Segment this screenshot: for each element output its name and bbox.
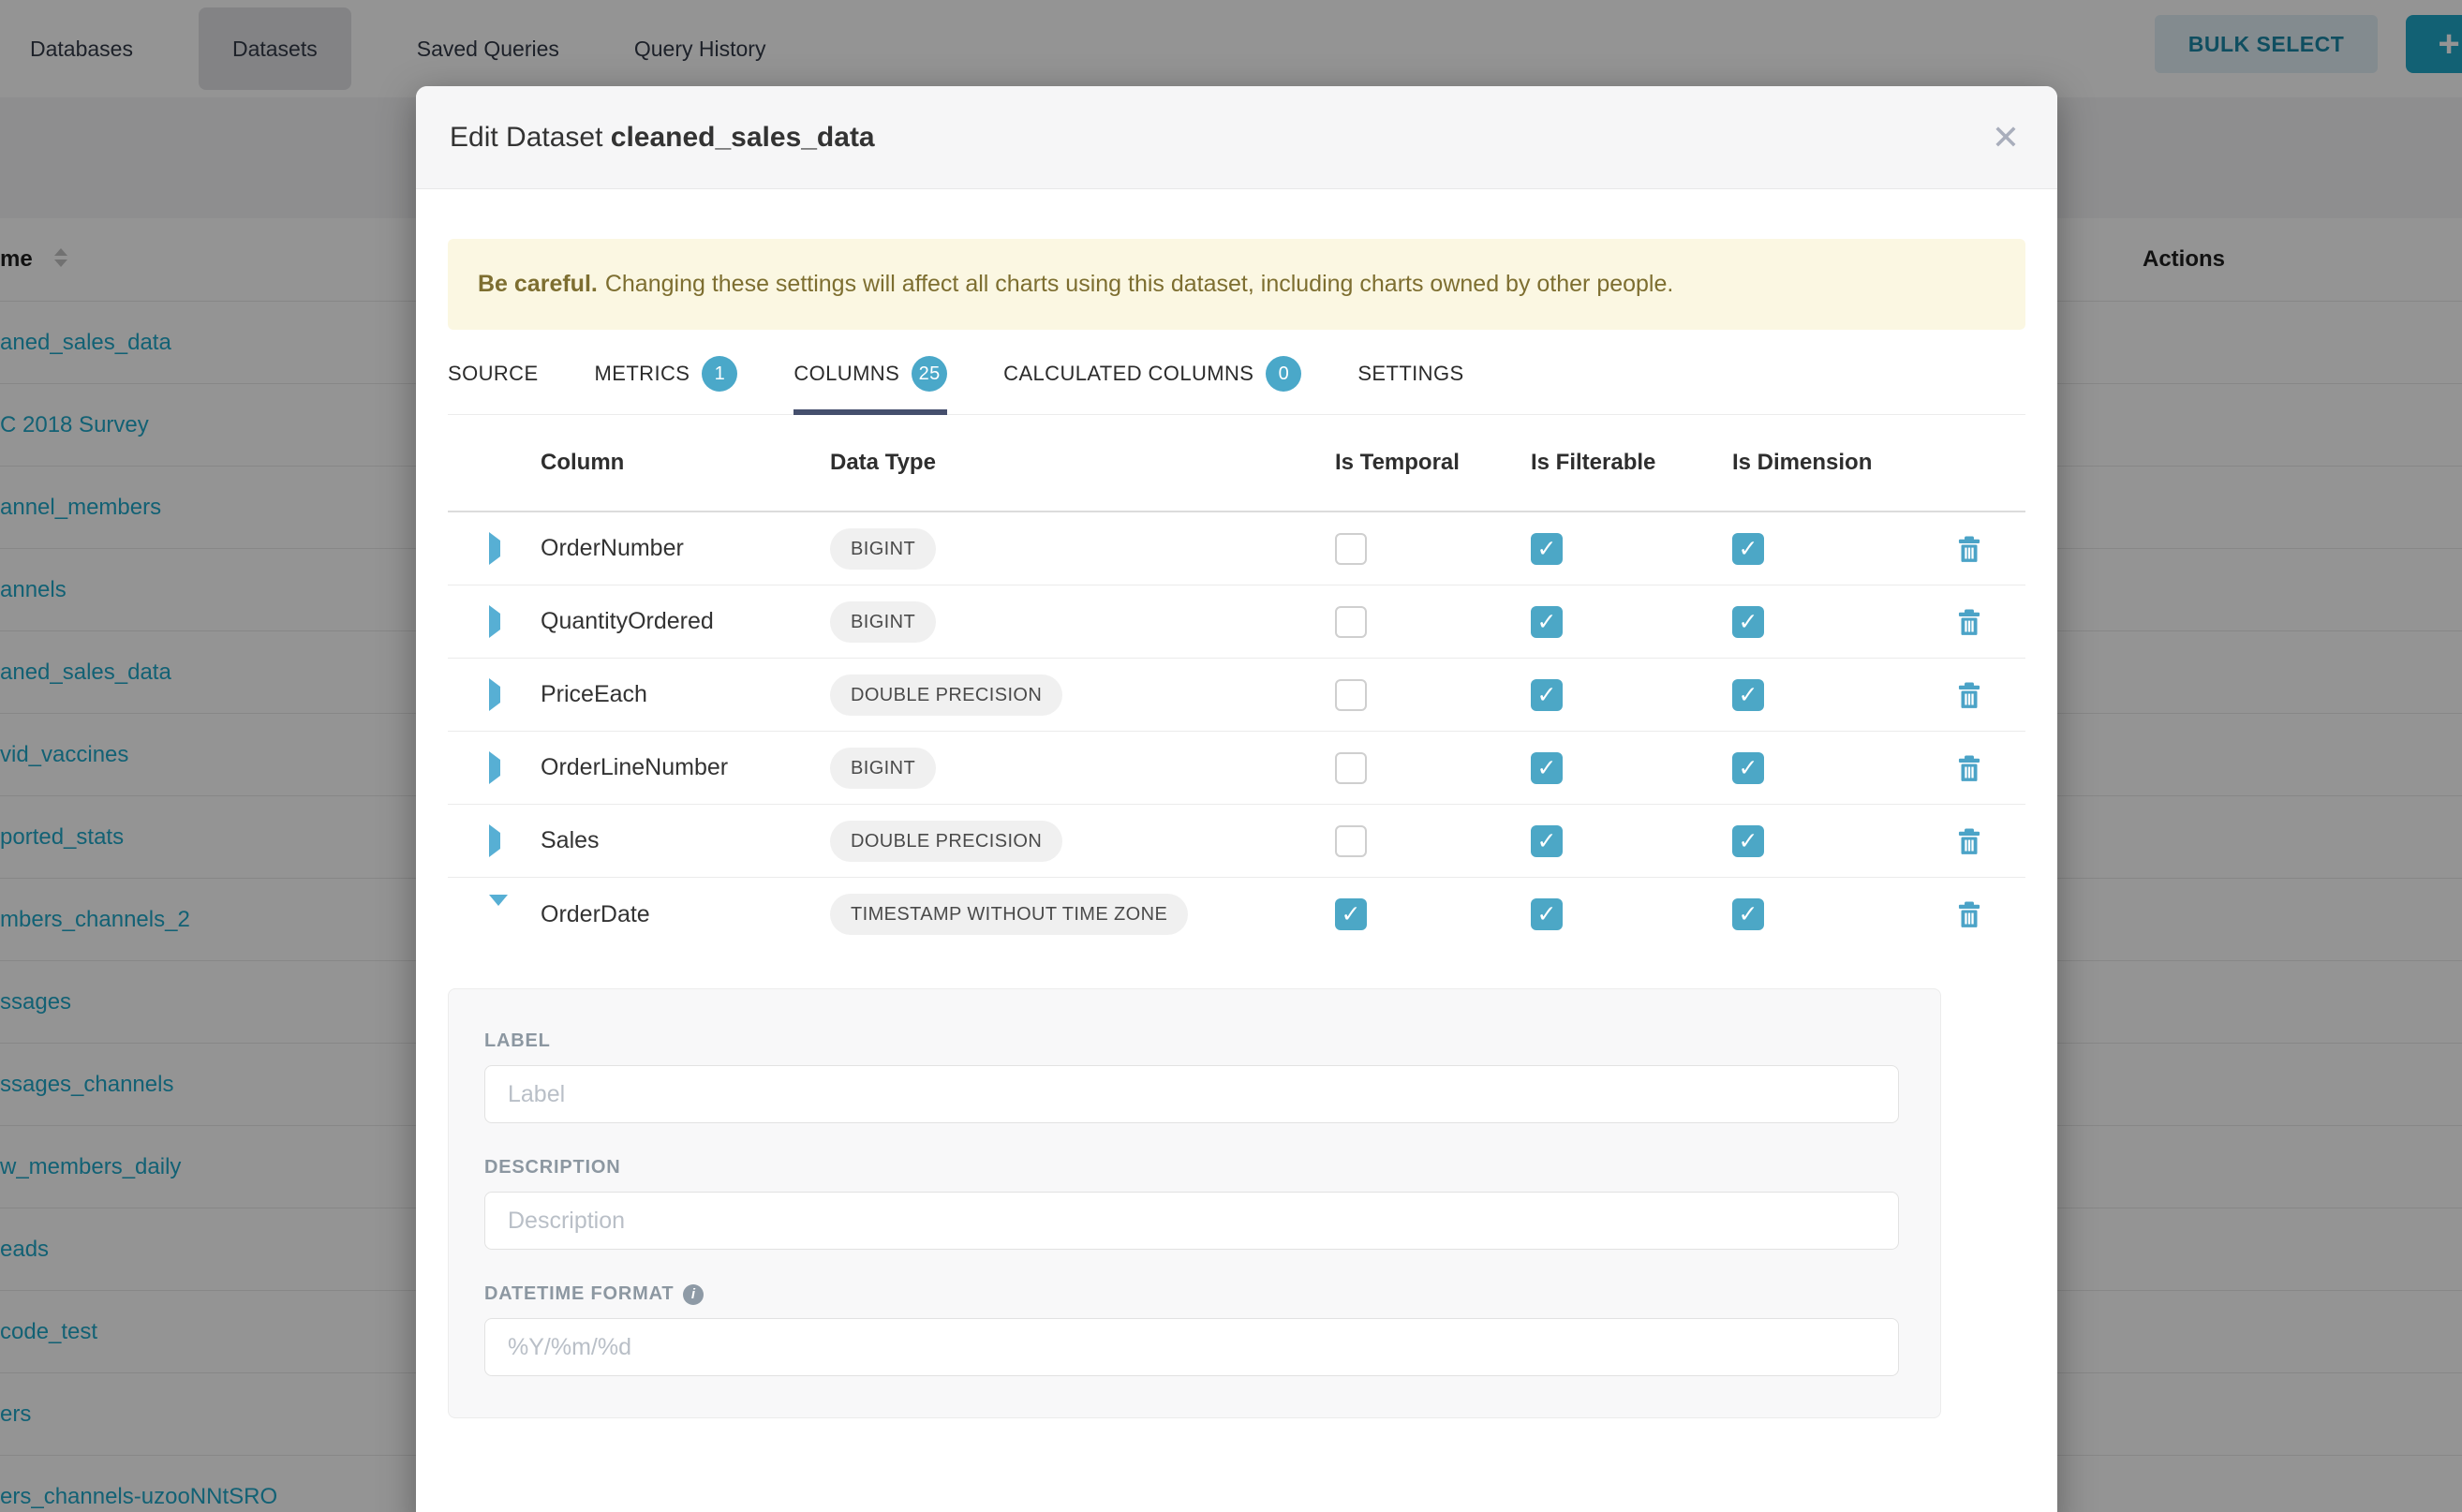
tab-label: CALCULATED COLUMNS [1003, 362, 1253, 386]
tab-count-badge: 0 [1266, 356, 1301, 392]
tab-calculated-columns[interactable]: CALCULATED COLUMNS 0 [1003, 356, 1301, 414]
column-row-OrderNumber: OrderNumberBIGINT ✓ ✓ [448, 512, 2025, 586]
edit-dataset-modal: Edit Dataset cleaned_sales_data ✕ Be car… [416, 86, 2057, 1512]
delete-column-trash-icon[interactable] [1953, 606, 1985, 638]
delete-column-trash-icon[interactable] [1953, 898, 1985, 930]
data-type-pill: BIGINT [830, 748, 936, 789]
header-column: Column [541, 450, 830, 476]
column-row-OrderLineNumber: OrderLineNumberBIGINT ✓ ✓ [448, 732, 2025, 805]
datetime-format-field-label: DATETIME FORMAT i [484, 1283, 1905, 1305]
tab-count-badge: 1 [702, 356, 737, 392]
expand-caret-icon[interactable] [489, 605, 500, 638]
description-field-label: DESCRIPTION [484, 1157, 1905, 1178]
data-type-pill: BIGINT [830, 601, 936, 643]
label-input[interactable] [484, 1065, 1899, 1123]
modal-header: Edit Dataset cleaned_sales_data ✕ [416, 86, 2057, 189]
data-type-pill: DOUBLE PRECISION [830, 821, 1062, 862]
column-name: Sales [541, 827, 830, 854]
data-type-pill: BIGINT [830, 528, 936, 570]
is-filterable-checkbox[interactable]: ✓ [1531, 533, 1563, 565]
tab-source[interactable]: SOURCE [448, 356, 539, 414]
tab-label: SETTINGS [1357, 362, 1463, 386]
is-temporal-checkbox[interactable] [1335, 825, 1367, 857]
datetime-format-input[interactable] [484, 1318, 1899, 1376]
is-dimension-checkbox[interactable]: ✓ [1732, 606, 1764, 638]
description-input[interactable] [484, 1192, 1899, 1250]
is-temporal-checkbox[interactable] [1335, 752, 1367, 784]
column-row-PriceEach: PriceEachDOUBLE PRECISION ✓ ✓ [448, 659, 2025, 732]
delete-column-trash-icon[interactable] [1953, 533, 1985, 565]
expand-caret-icon[interactable] [489, 824, 500, 857]
expand-caret-icon[interactable] [489, 532, 500, 565]
column-name: PriceEach [541, 681, 830, 708]
column-detail-panel: LABEL DESCRIPTION DATETIME FORMAT i [448, 988, 1941, 1418]
tab-label: COLUMNS [793, 362, 899, 386]
delete-column-trash-icon[interactable] [1953, 679, 1985, 711]
close-icon[interactable]: ✕ [1982, 114, 2029, 161]
modal-title: Edit Dataset cleaned_sales_data [450, 122, 875, 154]
tab-label: METRICS [595, 362, 690, 386]
is-filterable-checkbox[interactable]: ✓ [1531, 752, 1563, 784]
column-row-QuantityOrdered: QuantityOrderedBIGINT ✓ ✓ [448, 586, 2025, 659]
label-field-label: LABEL [484, 1030, 1905, 1052]
warning-banner: Be careful. Changing these settings will… [448, 239, 2025, 330]
is-dimension-checkbox[interactable]: ✓ [1732, 679, 1764, 711]
warning-banner-bold: Be careful. [478, 271, 598, 298]
datetime-format-form-group: DATETIME FORMAT i [484, 1283, 1905, 1376]
expand-caret-icon[interactable] [489, 751, 500, 784]
header-data-type: Data Type [830, 450, 1335, 476]
collapse-caret-icon[interactable] [489, 895, 508, 922]
delete-column-trash-icon[interactable] [1953, 825, 1985, 857]
is-filterable-checkbox[interactable]: ✓ [1531, 679, 1563, 711]
column-name: OrderNumber [541, 535, 830, 562]
column-row-Sales: SalesDOUBLE PRECISION ✓ ✓ [448, 805, 2025, 878]
is-filterable-checkbox[interactable]: ✓ [1531, 898, 1563, 930]
is-temporal-checkbox[interactable]: ✓ [1335, 898, 1367, 930]
label-form-group: LABEL [484, 1030, 1905, 1123]
column-name: OrderLineNumber [541, 754, 830, 781]
is-temporal-checkbox[interactable] [1335, 533, 1367, 565]
tab-metrics[interactable]: METRICS 1 [595, 356, 738, 414]
data-type-pill: TIMESTAMP WITHOUT TIME ZONE [830, 894, 1188, 935]
column-name: QuantityOrdered [541, 608, 830, 635]
header-is-dimension: Is Dimension [1732, 450, 1953, 476]
warning-banner-text: Changing these settings will affect all … [605, 271, 1674, 298]
header-is-filterable: Is Filterable [1531, 450, 1732, 476]
header-is-temporal: Is Temporal [1335, 450, 1531, 476]
columns-table-body: OrderNumberBIGINT✓✓QuantityOrderedBIGINT… [448, 512, 2025, 951]
column-row-OrderDate: OrderDateTIMESTAMP WITHOUT TIME ZONE ✓ ✓ ✓ [448, 878, 2025, 951]
data-type-pill: DOUBLE PRECISION [830, 674, 1062, 716]
is-dimension-checkbox[interactable]: ✓ [1732, 825, 1764, 857]
column-name: OrderDate [541, 901, 830, 928]
columns-table-header: Column Data Type Is Temporal Is Filterab… [448, 415, 2025, 512]
tab-count-badge: 25 [912, 356, 947, 392]
is-temporal-checkbox[interactable] [1335, 606, 1367, 638]
tab-label: SOURCE [448, 362, 539, 386]
dataset-name: cleaned_sales_data [611, 122, 875, 153]
modal-tabs: SOURCE METRICS 1 COLUMNS 25 CALCULATED COLUMN… [448, 356, 2025, 415]
info-icon[interactable]: i [683, 1284, 704, 1305]
tab-columns[interactable]: COLUMNS 25 [793, 356, 947, 414]
is-filterable-checkbox[interactable]: ✓ [1531, 606, 1563, 638]
description-form-group: DESCRIPTION [484, 1157, 1905, 1250]
expand-caret-icon[interactable] [489, 678, 500, 711]
is-temporal-checkbox[interactable] [1335, 679, 1367, 711]
delete-column-trash-icon[interactable] [1953, 752, 1985, 784]
is-dimension-checkbox[interactable]: ✓ [1732, 898, 1764, 930]
is-filterable-checkbox[interactable]: ✓ [1531, 825, 1563, 857]
is-dimension-checkbox[interactable]: ✓ [1732, 533, 1764, 565]
tab-settings[interactable]: SETTINGS [1357, 356, 1463, 414]
is-dimension-checkbox[interactable]: ✓ [1732, 752, 1764, 784]
